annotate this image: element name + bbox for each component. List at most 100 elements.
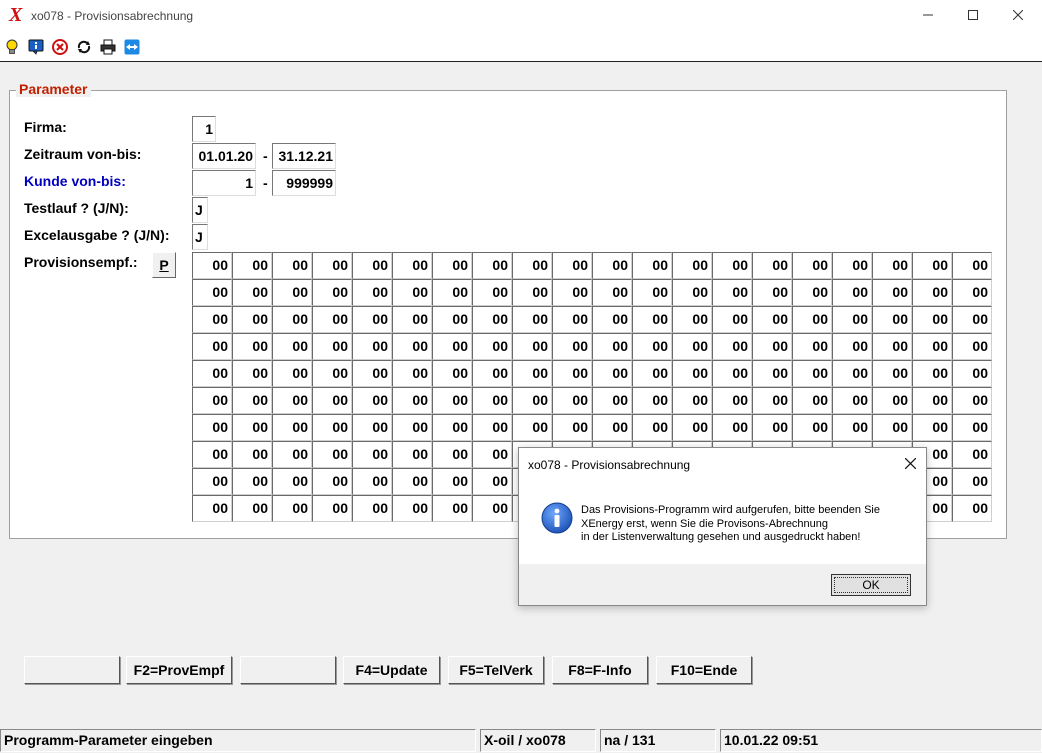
grid-cell[interactable]: 00 <box>272 414 312 441</box>
grid-cell[interactable]: 00 <box>232 468 272 495</box>
grid-cell[interactable]: 00 <box>792 279 832 306</box>
grid-cell[interactable]: 00 <box>672 306 712 333</box>
grid-cell[interactable]: 00 <box>952 441 992 468</box>
grid-cell[interactable]: 00 <box>312 441 352 468</box>
grid-cell[interactable]: 00 <box>272 306 312 333</box>
grid-cell[interactable]: 00 <box>592 360 632 387</box>
grid-cell[interactable]: 00 <box>312 414 352 441</box>
grid-cell[interactable]: 00 <box>352 387 392 414</box>
grid-cell[interactable]: 00 <box>432 333 472 360</box>
grid-cell[interactable]: 00 <box>632 387 672 414</box>
grid-cell[interactable]: 00 <box>792 414 832 441</box>
grid-cell[interactable]: 00 <box>592 333 632 360</box>
grid-cell[interactable]: 00 <box>352 333 392 360</box>
grid-cell[interactable]: 00 <box>232 333 272 360</box>
grid-cell[interactable]: 00 <box>872 279 912 306</box>
fkey-empty-2[interactable] <box>240 656 336 684</box>
remote-icon[interactable] <box>123 38 141 56</box>
grid-cell[interactable]: 00 <box>632 279 672 306</box>
grid-cell[interactable]: 00 <box>752 333 792 360</box>
grid-cell[interactable]: 00 <box>192 306 232 333</box>
grid-cell[interactable]: 00 <box>592 414 632 441</box>
grid-cell[interactable]: 00 <box>472 360 512 387</box>
grid-cell[interactable]: 00 <box>192 468 232 495</box>
grid-cell[interactable]: 00 <box>192 495 232 522</box>
grid-cell[interactable]: 00 <box>432 441 472 468</box>
grid-cell[interactable]: 00 <box>952 306 992 333</box>
grid-cell[interactable]: 00 <box>712 387 752 414</box>
grid-cell[interactable]: 00 <box>912 414 952 441</box>
grid-cell[interactable]: 00 <box>232 306 272 333</box>
grid-cell[interactable]: 00 <box>872 387 912 414</box>
dialog-close-button[interactable] <box>899 452 921 474</box>
grid-cell[interactable]: 00 <box>472 441 512 468</box>
grid-cell[interactable]: 00 <box>192 414 232 441</box>
grid-cell[interactable]: 00 <box>232 495 272 522</box>
grid-cell[interactable]: 00 <box>392 252 432 279</box>
grid-cell[interactable]: 00 <box>392 279 432 306</box>
fkey-f10-ende[interactable]: F10=Ende <box>656 656 752 684</box>
grid-cell[interactable]: 00 <box>832 279 872 306</box>
grid-cell[interactable]: 00 <box>752 414 792 441</box>
grid-cell[interactable]: 00 <box>432 360 472 387</box>
grid-cell[interactable]: 00 <box>312 495 352 522</box>
grid-cell[interactable]: 00 <box>672 279 712 306</box>
grid-cell[interactable]: 00 <box>592 387 632 414</box>
grid-cell[interactable]: 00 <box>432 495 472 522</box>
grid-cell[interactable]: 00 <box>352 495 392 522</box>
grid-cell[interactable]: 00 <box>392 360 432 387</box>
grid-cell[interactable]: 00 <box>832 333 872 360</box>
grid-cell[interactable]: 00 <box>232 387 272 414</box>
testlauf-field[interactable]: J <box>192 197 208 223</box>
zeitraum-bis-field[interactable]: 31.12.21 <box>272 143 336 169</box>
grid-cell[interactable]: 00 <box>272 495 312 522</box>
grid-cell[interactable]: 00 <box>872 333 912 360</box>
fkey-f8-finfo[interactable]: F8=F-Info <box>552 656 648 684</box>
fkey-empty-1[interactable] <box>24 656 120 684</box>
grid-cell[interactable]: 00 <box>432 387 472 414</box>
grid-cell[interactable]: 00 <box>632 414 672 441</box>
grid-cell[interactable]: 00 <box>592 252 632 279</box>
grid-cell[interactable]: 00 <box>512 387 552 414</box>
grid-cell[interactable]: 00 <box>872 306 912 333</box>
grid-cell[interactable]: 00 <box>472 306 512 333</box>
grid-cell[interactable]: 00 <box>912 360 952 387</box>
grid-cell[interactable]: 00 <box>832 306 872 333</box>
grid-cell[interactable]: 00 <box>672 414 712 441</box>
grid-cell[interactable]: 00 <box>432 468 472 495</box>
refresh-icon[interactable] <box>75 38 93 56</box>
grid-cell[interactable]: 00 <box>432 252 472 279</box>
grid-cell[interactable]: 00 <box>552 279 592 306</box>
grid-cell[interactable]: 00 <box>672 387 712 414</box>
grid-cell[interactable]: 00 <box>832 360 872 387</box>
grid-cell[interactable]: 00 <box>432 414 472 441</box>
close-button[interactable] <box>995 0 1041 30</box>
grid-cell[interactable]: 00 <box>392 414 432 441</box>
grid-cell[interactable]: 00 <box>512 333 552 360</box>
grid-cell[interactable]: 00 <box>312 468 352 495</box>
grid-cell[interactable]: 00 <box>432 306 472 333</box>
grid-cell[interactable]: 00 <box>512 279 552 306</box>
grid-cell[interactable]: 00 <box>472 333 512 360</box>
grid-cell[interactable]: 00 <box>512 414 552 441</box>
grid-cell[interactable]: 00 <box>192 387 232 414</box>
grid-cell[interactable]: 00 <box>672 333 712 360</box>
grid-cell[interactable]: 00 <box>912 333 952 360</box>
grid-cell[interactable]: 00 <box>552 387 592 414</box>
info-icon[interactable] <box>27 38 45 56</box>
grid-cell[interactable]: 00 <box>392 468 432 495</box>
grid-cell[interactable]: 00 <box>472 279 512 306</box>
grid-cell[interactable]: 00 <box>792 306 832 333</box>
grid-cell[interactable]: 00 <box>312 279 352 306</box>
grid-cell[interactable]: 00 <box>472 468 512 495</box>
grid-cell[interactable]: 00 <box>952 333 992 360</box>
excel-field[interactable]: J <box>192 224 208 250</box>
grid-cell[interactable]: 00 <box>472 495 512 522</box>
grid-cell[interactable]: 00 <box>232 414 272 441</box>
kunde-bis-field[interactable]: 999999 <box>272 170 336 196</box>
grid-cell[interactable]: 00 <box>792 252 832 279</box>
grid-cell[interactable]: 00 <box>912 306 952 333</box>
grid-cell[interactable]: 00 <box>272 333 312 360</box>
grid-cell[interactable]: 00 <box>752 279 792 306</box>
grid-cell[interactable]: 00 <box>192 441 232 468</box>
